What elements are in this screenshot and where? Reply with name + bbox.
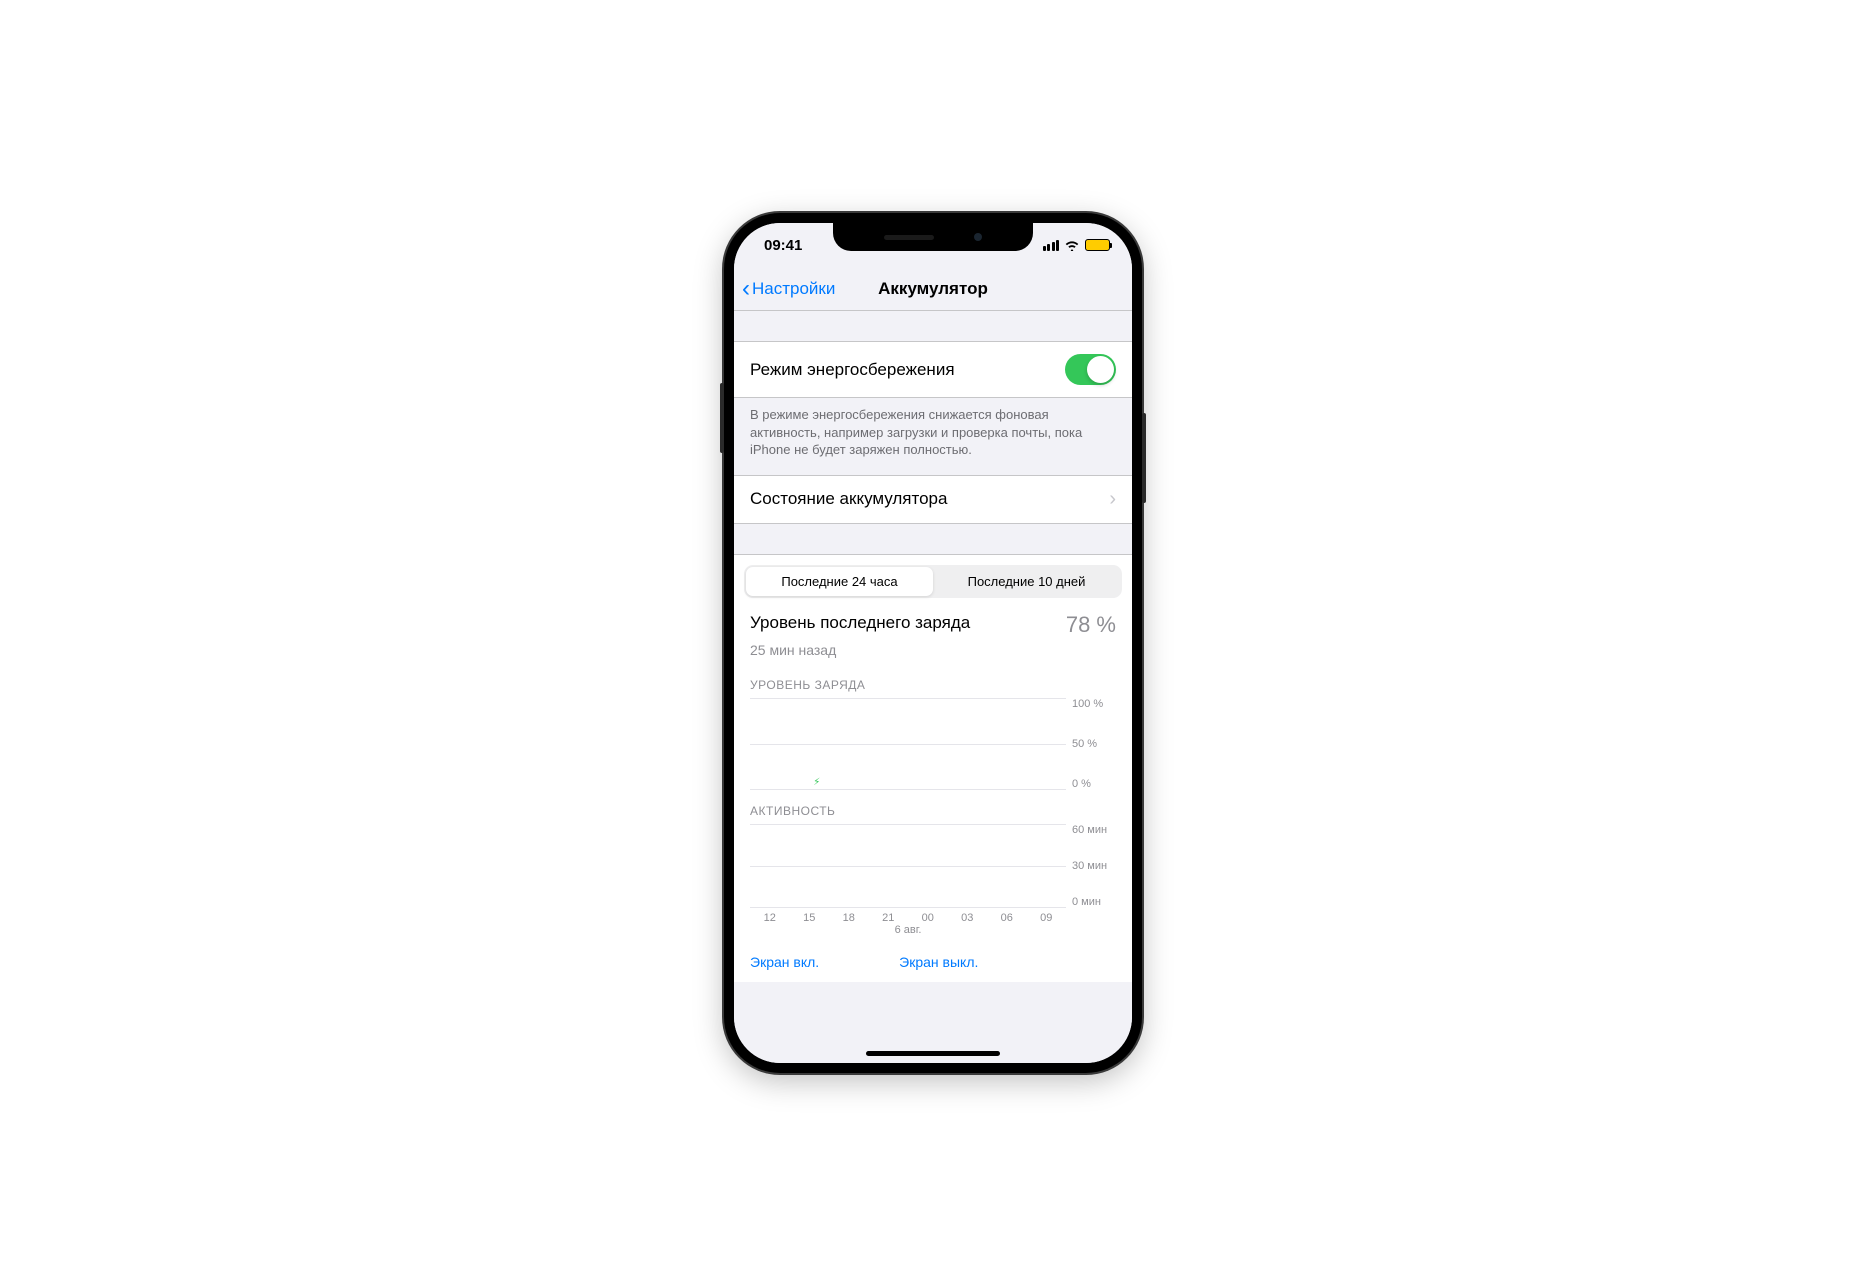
segment-10d[interactable]: Последние 10 дней [933, 567, 1120, 596]
home-indicator[interactable] [866, 1051, 1000, 1056]
page-title: Аккумулятор [878, 279, 988, 299]
chevron-right-icon: › [1109, 488, 1116, 511]
segment-24h[interactable]: Последние 24 часа [746, 567, 933, 596]
segment-container: Последние 24 часа Последние 10 дней [734, 554, 1132, 598]
activity-chart: АКТИВНОСТЬ 60 мин 30 мин 0 мин 121518210… [734, 794, 1132, 948]
chart2-title: АКТИВНОСТЬ [750, 804, 1116, 818]
time-range-segmented: Последние 24 часа Последние 10 дней [744, 565, 1122, 598]
chart1-title: УРОВЕНЬ ЗАРЯДА [750, 678, 1116, 692]
x-axis-labels: 1215182100030609 [750, 908, 1066, 924]
chart2-y-axis: 60 мин 30 мин 0 мин [1072, 824, 1116, 908]
wifi-icon [1064, 239, 1080, 251]
legend-screen-on: Экран вкл. [750, 954, 819, 970]
notch [833, 223, 1033, 251]
activity-legend: Экран вкл. Экран выкл. [734, 948, 1132, 982]
charging-bolt-icon: ⚡︎ [813, 777, 820, 788]
screen: 09:41 ‹ Настройки Аккумулятор Режим энер… [734, 223, 1132, 1063]
chevron-left-icon: ‹ [742, 275, 750, 303]
legend-screen-off: Экран выкл. [899, 954, 978, 970]
x-axis-date: 6 авг. [750, 924, 1066, 944]
last-charge-section: Уровень последнего заряда 78 % 25 мин на… [734, 598, 1132, 668]
nav-bar: ‹ Настройки Аккумулятор [734, 267, 1132, 311]
phone-frame: 09:41 ‹ Настройки Аккумулятор Режим энер… [724, 213, 1142, 1073]
battery-level-chart: УРОВЕНЬ ЗАРЯДА ⚡︎ 100 % 50 % 0 % [734, 668, 1132, 794]
status-icons [1043, 239, 1111, 251]
last-charge-title: Уровень последнего заряда [750, 612, 970, 633]
battery-health-row[interactable]: Состояние аккумулятора › [734, 475, 1132, 524]
back-label: Настройки [752, 279, 835, 299]
low-power-toggle[interactable] [1065, 354, 1116, 385]
cellular-signal-icon [1043, 240, 1060, 251]
battery-icon [1085, 239, 1110, 251]
last-charge-subtitle: 25 мин назад [750, 642, 1116, 658]
chart1-bars: ⚡︎ [750, 698, 1066, 790]
battery-health-label: Состояние аккумулятора [750, 489, 947, 509]
status-time: 09:41 [764, 237, 802, 254]
content-scroll[interactable]: Режим энергосбережения В режиме энергосб… [734, 311, 1132, 1063]
chart2-bars [750, 824, 1066, 908]
last-charge-value: 78 % [1066, 612, 1116, 638]
low-power-mode-row: Режим энергосбережения [734, 341, 1132, 398]
chart1-y-axis: 100 % 50 % 0 % [1072, 698, 1116, 790]
low-power-label: Режим энергосбережения [750, 360, 955, 380]
back-button[interactable]: ‹ Настройки [742, 275, 835, 303]
low-power-description: В режиме энергосбережения снижается фоно… [734, 398, 1132, 475]
